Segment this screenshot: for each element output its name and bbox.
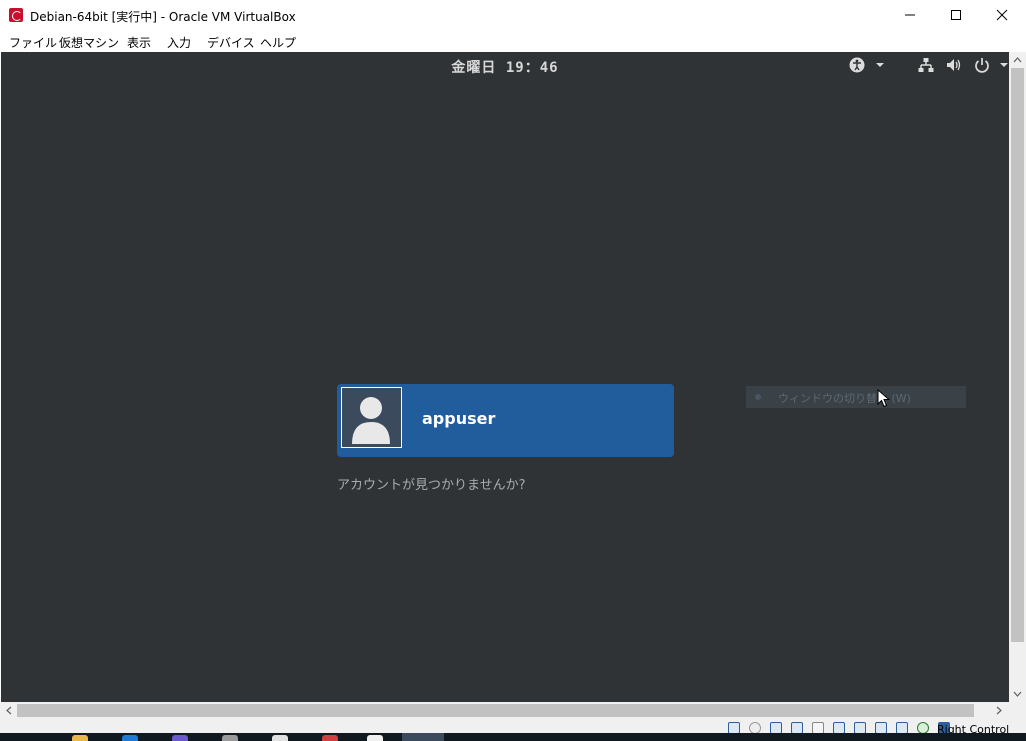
accessibility-menu[interactable]: [849, 57, 889, 77]
vm-display[interactable]: 金曜日 19：46 appuser アカウントが見つかりませんか? ウィンドウの…: [1, 52, 1009, 702]
volume-status[interactable]: [946, 57, 962, 77]
user-list-item[interactable]: appuser: [337, 384, 674, 457]
not-listed-link[interactable]: アカウントが見つかりませんか?: [337, 474, 526, 493]
menu-help[interactable]: ヘルプ: [260, 34, 296, 51]
power-icon: [975, 58, 1008, 73]
maximize-button[interactable]: [933, 0, 979, 31]
edge-browser-icon[interactable]: [122, 735, 138, 741]
debian-app-icon: [9, 8, 23, 22]
scroll-up-icon[interactable]: [1009, 54, 1026, 66]
avatar: [341, 387, 402, 448]
host-taskbar: [0, 733, 1026, 741]
menu-bar: ファイル 仮想マシン 表示 入力 デバイス ヘルプ: [0, 31, 1026, 52]
accessibility-icon: [849, 57, 884, 73]
close-button[interactable]: [979, 0, 1025, 31]
file-explorer-icon[interactable]: [72, 735, 88, 741]
horizontal-scrollbar[interactable]: [0, 702, 1009, 719]
close-icon: [996, 9, 1008, 21]
menu-input[interactable]: 入力: [167, 34, 191, 51]
tooltip-text: ウィンドウの切り替え (W): [778, 392, 911, 405]
menu-machine[interactable]: 仮想マシン: [59, 34, 119, 51]
app-icon[interactable]: [272, 735, 288, 741]
maximize-icon: [951, 10, 961, 20]
user-name: appuser: [422, 409, 496, 428]
menu-devices[interactable]: デバイス: [207, 34, 255, 51]
user-avatar-icon: [342, 388, 400, 446]
tooltip: ウィンドウの切り替え (W): [746, 386, 966, 408]
scroll-down-icon[interactable]: [1009, 688, 1026, 700]
mouse-cursor-icon: [877, 389, 891, 408]
menu-file[interactable]: ファイル: [9, 34, 57, 51]
app-icon[interactable]: [222, 735, 238, 741]
minimize-icon: [905, 14, 915, 16]
minimize-button[interactable]: [887, 0, 933, 31]
app-icon[interactable]: [367, 735, 383, 741]
virtualbox-taskbar-button[interactable]: [402, 733, 444, 741]
window-titlebar: Debian-64bit [実行中] - Oracle VM VirtualBo…: [0, 0, 1026, 31]
app-icon[interactable]: [172, 735, 188, 741]
tooltip-bullet-icon: [755, 394, 761, 400]
volume-icon: [947, 59, 961, 71]
network-status[interactable]: [918, 57, 934, 77]
app-icon[interactable]: [322, 735, 338, 741]
vertical-scrollbar[interactable]: [1009, 52, 1026, 702]
window-title: Debian-64bit [実行中] - Oracle VM VirtualBo…: [30, 10, 296, 24]
vertical-scroll-thumb[interactable]: [1011, 68, 1024, 642]
network-icon: [918, 58, 934, 72]
menu-view[interactable]: 表示: [127, 34, 151, 51]
horizontal-scroll-thumb[interactable]: [17, 704, 974, 717]
scroll-right-icon[interactable]: [993, 702, 1005, 719]
scroll-left-icon[interactable]: [3, 702, 15, 719]
scrollbar-corner: [1009, 702, 1026, 719]
power-menu[interactable]: [974, 57, 1009, 77]
